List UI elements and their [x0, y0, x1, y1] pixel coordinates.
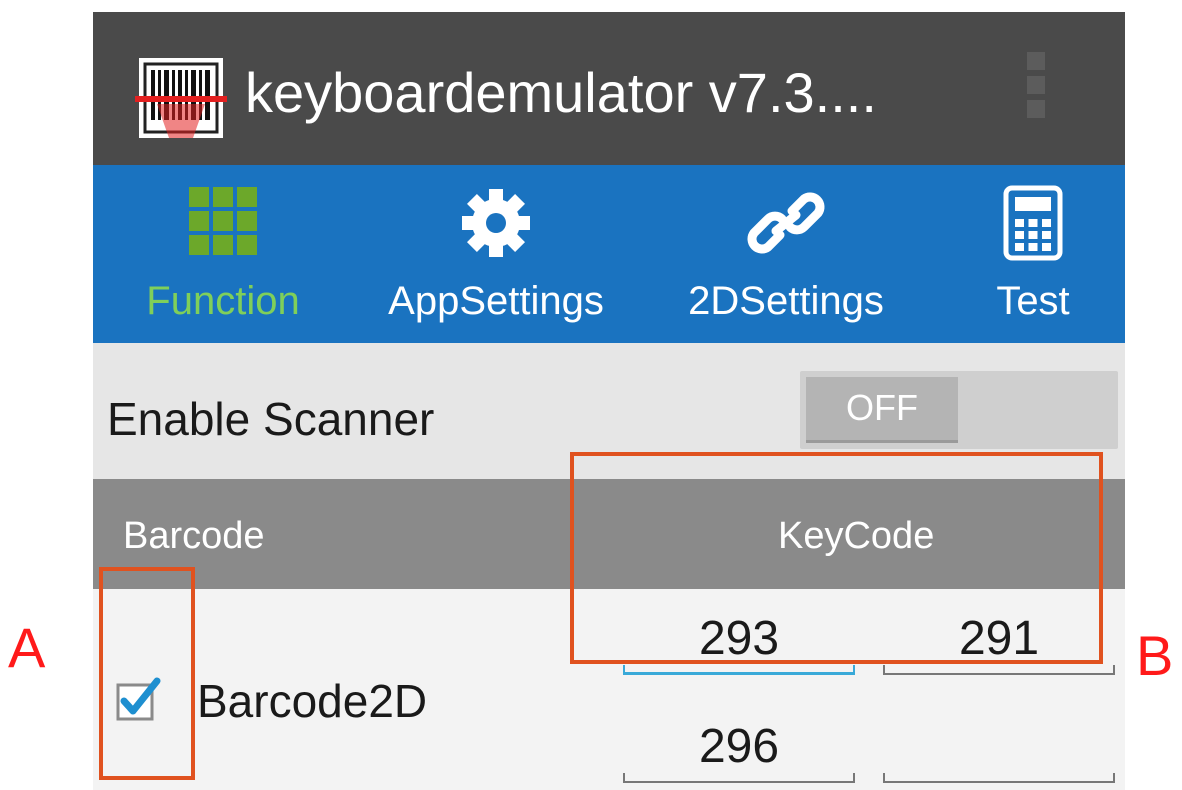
enable-scanner-row: Enable Scanner OFF — [93, 343, 1125, 479]
keycode-field-4[interactable] — [883, 709, 1115, 783]
header-barcode: Barcode — [123, 515, 265, 557]
keycode-value-2: 291 — [958, 612, 1040, 665]
tab-appsettings[interactable]: AppSettings — [361, 165, 631, 343]
grid-icon — [189, 187, 257, 255]
tab-function-label: Function — [146, 279, 300, 323]
action-bar: keyboardemulator v7.3.... — [93, 12, 1125, 165]
tab-function[interactable]: Function — [123, 165, 323, 343]
tab-2dsettings[interactable]: 2DSettings — [661, 165, 911, 343]
app-screen: keyboardemulator v7.3.... Function AppSe… — [93, 12, 1125, 790]
link-icon — [747, 192, 825, 254]
tab-2dsettings-label: 2DSettings — [688, 279, 884, 323]
screenshot-stage: keyboardemulator v7.3.... Function AppSe… — [0, 0, 1182, 790]
tab-test[interactable]: Test — [963, 165, 1103, 343]
barcode-scanner-icon — [135, 58, 227, 138]
tab-appsettings-label: AppSettings — [388, 279, 604, 323]
keycode-field-3[interactable]: 296 — [623, 709, 855, 783]
annotation-label-b: B — [1136, 624, 1174, 687]
keycode-field-1[interactable]: 293 — [623, 601, 855, 675]
scanner-toggle[interactable]: OFF — [800, 371, 1118, 449]
enable-scanner-label: Enable Scanner — [107, 393, 435, 445]
overflow-menu-icon[interactable] — [1023, 52, 1049, 124]
barcode2d-label: Barcode2D — [197, 675, 428, 727]
calculator-icon — [1003, 185, 1063, 261]
table-header: Barcode KeyCode — [93, 479, 1125, 589]
scanner-toggle-state: OFF — [806, 377, 958, 443]
tab-test-label: Test — [996, 279, 1070, 323]
barcode2d-checkbox[interactable] — [115, 677, 161, 723]
tab-bar: Function AppSettings 2DSettings Test — [93, 165, 1125, 343]
keycode-value-1: 293 — [698, 612, 780, 665]
keycode-value-3: 296 — [698, 720, 780, 773]
annotation-label-a: A — [8, 616, 46, 679]
header-keycode: KeyCode — [778, 515, 935, 557]
table-row: Barcode2D 293 291 296 — [93, 589, 1125, 790]
gear-icon — [462, 189, 530, 257]
keycode-field-2[interactable]: 291 — [883, 601, 1115, 675]
app-title: keyboardemulator v7.3.... — [245, 61, 877, 124]
